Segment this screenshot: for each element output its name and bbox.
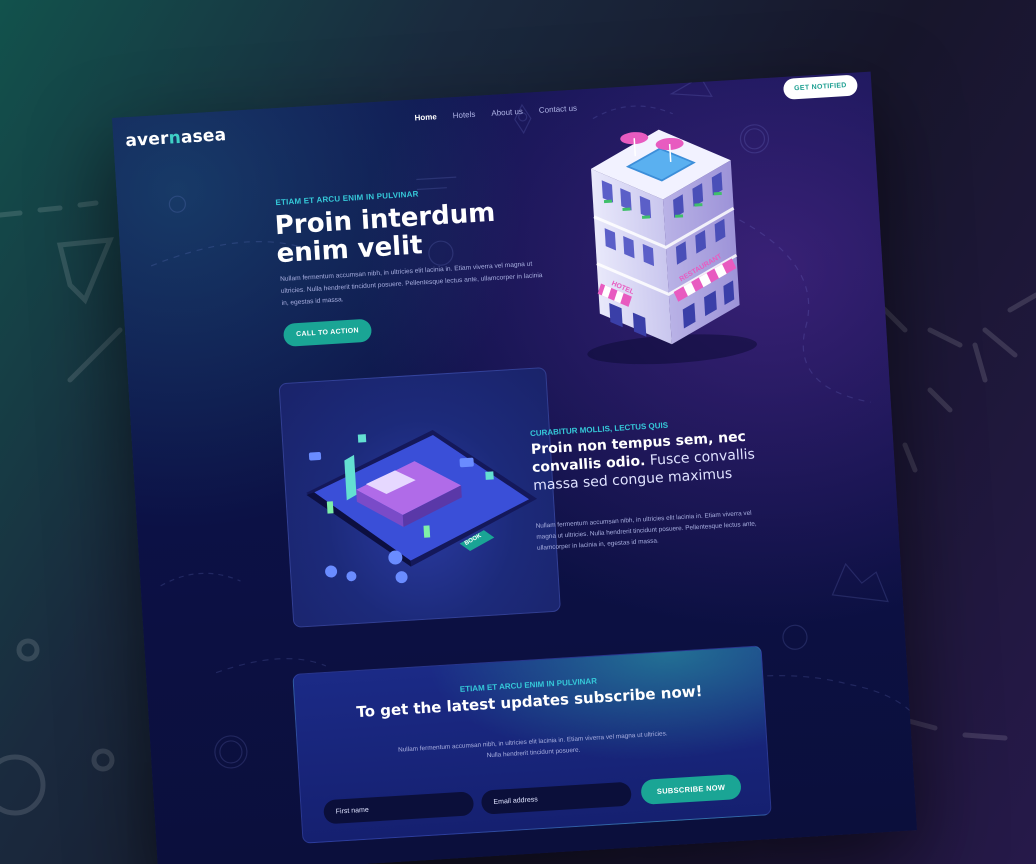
subscribe-card: ETIAM ET ARCU ENIM IN PULVINAR To get th…	[292, 645, 772, 844]
feature-card: BOOK	[278, 366, 561, 628]
airplane-icon	[56, 237, 114, 305]
first-name-field[interactable]: First name	[323, 791, 475, 825]
email-field[interactable]: Email address	[480, 781, 632, 815]
feature-text: Nullam fermentum accumsan nibh, in ultri…	[535, 509, 757, 552]
landing-page: avernasea Home Hotels About us Contact u…	[112, 71, 917, 864]
subscribe-button[interactable]: SUBSCRIBE NOW	[640, 773, 742, 805]
nav-home[interactable]: Home	[414, 112, 437, 122]
subscribe-text: Nullam fermentum accumsan nibh, in ultri…	[397, 730, 668, 760]
hero-title: Proin interdum enim velit	[273, 197, 497, 270]
nav-contact[interactable]: Contact us	[539, 104, 578, 115]
get-notified-button[interactable]: GET NOTIFIED	[782, 74, 859, 100]
logo-text-end: asea	[180, 125, 227, 148]
call-to-action-button[interactable]: CALL TO ACTION	[282, 318, 373, 347]
main-nav: Home Hotels About us Contact us	[414, 104, 577, 123]
nav-about[interactable]: About us	[491, 107, 523, 118]
phone-booking-illustration: BOOK	[306, 430, 538, 584]
first-name-placeholder: First name	[335, 806, 369, 816]
email-placeholder: Email address	[493, 795, 538, 806]
hotel-building-illustration: HOTEL RESTAURANT	[587, 129, 758, 365]
logo-text-start: aver	[124, 128, 170, 152]
feature-title: Proin non tempus sem, nec convallis odio…	[531, 426, 774, 495]
nav-hotels[interactable]: Hotels	[452, 110, 475, 120]
brand-logo[interactable]: avernasea	[125, 125, 227, 151]
